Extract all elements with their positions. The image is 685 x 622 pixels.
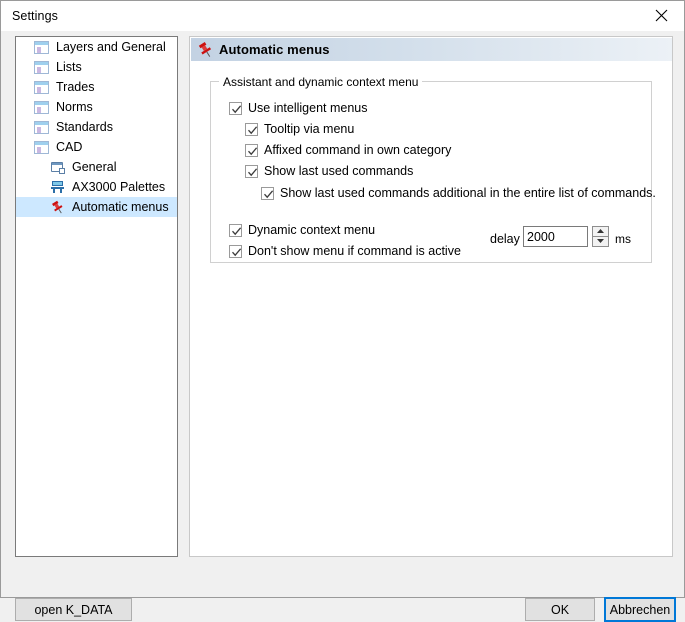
window-arrow-icon-wrap <box>50 159 66 175</box>
sidebar-item-layers-and-general[interactable]: Layers and General <box>16 37 177 57</box>
list-window-icon-wrap <box>34 59 50 75</box>
spinner-down-button[interactable] <box>592 236 609 247</box>
window-title: Settings <box>12 9 58 23</box>
sidebar-item-label: Layers and General <box>56 40 166 54</box>
groupbox-title: Assistant and dynamic context menu <box>219 75 423 89</box>
list-window-icon <box>34 41 49 54</box>
delay-label: delay <box>490 232 520 246</box>
sidebar-item-label: Automatic menus <box>72 200 169 214</box>
list-window-icon-wrap <box>34 119 50 135</box>
window-arrow-icon <box>51 162 65 174</box>
checkbox-dont-show-menu-if-command-active[interactable]: Don't show menu if command is active <box>229 244 461 258</box>
spinner-up-button[interactable] <box>592 226 609 237</box>
checkbox-label: Show last used commands additional in th… <box>280 186 656 200</box>
list-window-icon-wrap <box>34 139 50 155</box>
checkbox-box[interactable] <box>245 122 258 136</box>
checkbox-label: Tooltip via menu <box>264 122 355 136</box>
sidebar-item-automatic-menus[interactable]: Automatic menus <box>16 197 177 217</box>
checkbox-box[interactable] <box>229 101 242 115</box>
cancel-button[interactable]: Abbrechen <box>604 597 676 622</box>
checkbox-show-last-used-commands[interactable]: Show last used commands <box>245 164 413 178</box>
sidebar-item-general[interactable]: General <box>16 157 177 177</box>
checkbox-box[interactable] <box>245 164 258 178</box>
pushpin-icon <box>50 200 65 218</box>
sidebar-item-standards[interactable]: Standards <box>16 117 177 137</box>
checkbox-label: Show last used commands <box>264 164 414 178</box>
checkbox-label: Dynamic context menu <box>248 223 376 237</box>
checkbox-box[interactable] <box>229 244 242 258</box>
list-window-icon <box>34 121 49 134</box>
sidebar-item-norms[interactable]: Norms <box>16 97 177 117</box>
list-window-icon-wrap <box>34 39 50 55</box>
list-window-icon <box>34 141 49 154</box>
checkbox-label: Use intelligent menus <box>248 101 368 115</box>
checkbox-box[interactable] <box>261 186 274 200</box>
checkbox-box[interactable] <box>229 223 242 237</box>
checkbox-box[interactable] <box>245 143 258 157</box>
checkbox-show-last-used-additional[interactable]: Show last used commands additional in th… <box>261 186 656 200</box>
spinner-buttons[interactable] <box>592 226 609 247</box>
sidebar-item-label: General <box>72 160 117 174</box>
assistant-groupbox: Assistant and dynamic context menu Use i… <box>210 75 656 263</box>
delay-unit-label: ms <box>615 232 631 246</box>
palettes-icon-wrap <box>50 179 66 195</box>
open-kdata-button[interactable]: open K_DATA <box>15 598 132 621</box>
checkbox-affixed-command-own-category[interactable]: Affixed command in own category <box>245 143 451 157</box>
settings-tree[interactable]: Layers and General Lists Trades Norms Standa… <box>15 36 178 557</box>
delay-spinner[interactable] <box>523 226 609 247</box>
sidebar-item-label: Norms <box>56 100 93 114</box>
checkbox-label: Don't show menu if command is active <box>248 244 461 258</box>
list-window-icon <box>34 61 49 74</box>
list-window-icon-wrap <box>34 99 50 115</box>
checkbox-tooltip-via-menu[interactable]: Tooltip via menu <box>245 122 354 136</box>
sidebar-item-ax3000-palettes[interactable]: AX3000 Palettes <box>16 177 177 197</box>
list-window-icon <box>34 101 49 114</box>
sidebar-item-lists[interactable]: Lists <box>16 57 177 77</box>
pushpin-icon-wrap <box>50 199 66 215</box>
sidebar-item-label: Standards <box>56 120 113 134</box>
palettes-icon <box>51 181 64 193</box>
checkbox-use-intelligent-menus[interactable]: Use intelligent menus <box>229 101 368 115</box>
checkbox-label: Affixed command in own category <box>264 143 452 157</box>
check-icon <box>232 247 242 256</box>
list-window-icon <box>34 81 49 94</box>
list-window-icon-wrap <box>34 79 50 95</box>
check-icon <box>232 104 242 113</box>
sidebar-item-label: Trades <box>56 80 95 94</box>
check-icon <box>248 125 258 134</box>
settings-dialog: Settings Layers and General Lists Trades No… <box>0 0 685 622</box>
chevron-up-icon <box>596 228 605 234</box>
settings-detail-panel: Automatic menus Assistant and dynamic co… <box>189 36 673 557</box>
check-icon <box>248 146 258 155</box>
chevron-down-icon <box>596 238 605 244</box>
panel-header: Automatic menus <box>191 38 672 61</box>
dialog-client-area: Layers and General Lists Trades Norms Standa… <box>1 31 684 622</box>
sidebar-item-label: Lists <box>56 60 82 74</box>
title-bar: Settings <box>1 1 684 31</box>
sidebar-item-label: AX3000 Palettes <box>72 180 166 194</box>
close-button[interactable] <box>639 1 684 30</box>
check-icon <box>248 167 258 176</box>
delay-input[interactable] <box>523 226 588 247</box>
sidebar-item-trades[interactable]: Trades <box>16 77 177 97</box>
sidebar-item-label: CAD <box>56 140 83 154</box>
checkbox-dynamic-context-menu[interactable]: Dynamic context menu <box>229 223 375 237</box>
sidebar-item-cad[interactable]: CAD <box>16 137 177 157</box>
ok-button[interactable]: OK <box>525 598 595 621</box>
panel-title: Automatic menus <box>219 42 330 57</box>
close-icon <box>655 9 668 22</box>
check-icon <box>232 226 242 235</box>
pushpin-icon <box>196 41 214 59</box>
check-icon <box>264 189 274 198</box>
